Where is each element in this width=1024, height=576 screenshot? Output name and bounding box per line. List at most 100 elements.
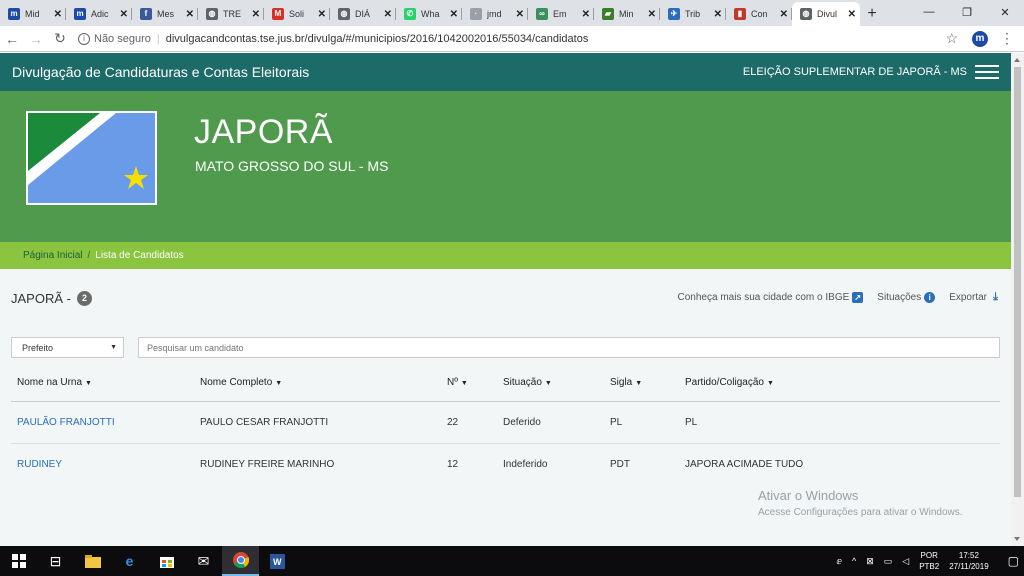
chrome-icon[interactable] <box>222 546 259 576</box>
browser-tab[interactable]: · jmd ✕ <box>462 2 528 26</box>
cargo-select-value: Prefeito <box>22 342 54 353</box>
browser-tab[interactable]: ◍ DIÁ ✕ <box>330 2 396 26</box>
state-flag <box>26 111 157 205</box>
sort-caret-icon: ▼ <box>635 380 643 388</box>
edge-icon[interactable]: e <box>111 546 148 576</box>
site-brand[interactable]: Divulgação de Candidaturas e Contas Elei… <box>12 64 309 80</box>
col-header-sigla[interactable]: Sigla ▼ <box>604 365 679 402</box>
browser-tab[interactable]: M Soli ✕ <box>264 2 330 26</box>
cargo-select[interactable]: Prefeito ▼ <box>11 337 124 358</box>
situacoes-link[interactable]: Situações i <box>877 292 936 303</box>
table-row[interactable]: PAULÃO FRANJOTTI PAULO CESAR FRANJOTTI 2… <box>11 401 1000 444</box>
browser-tab-label: Wha <box>421 9 440 19</box>
restore-icon[interactable]: ❐ <box>948 0 986 24</box>
back-button[interactable]: ← <box>0 31 24 47</box>
browser-tab-strip: m Mid ✕ m Adic ✕ f Mes ✕ ◍ TRE ✕ M Soli ✕ ◍ DIÁ ✕ ✆ Wha ✕ · jm… <box>0 0 1024 26</box>
info-icon[interactable]: i <box>78 32 90 45</box>
close-tab-icon[interactable]: ✕ <box>54 9 62 20</box>
breadcrumb-separator: / <box>87 250 91 261</box>
breadcrumb-home[interactable]: Página Inicial <box>23 250 82 261</box>
new-tab-button[interactable]: + <box>860 2 884 26</box>
close-tab-icon[interactable]: ✕ <box>186 9 194 20</box>
clock-time: 17:52 <box>958 551 979 560</box>
word-icon[interactable]: W <box>259 546 296 576</box>
clock-date: 27/11/2019 <box>949 562 989 571</box>
close-tab-icon[interactable]: ✕ <box>318 9 326 20</box>
forward-button[interactable]: → <box>24 31 48 47</box>
scroll-down-arrow-icon[interactable] <box>1014 537 1020 541</box>
close-tab-icon[interactable]: ✕ <box>384 9 392 20</box>
close-tab-icon[interactable]: ✕ <box>252 9 260 20</box>
notifications-icon[interactable]: ▢ <box>1008 554 1019 568</box>
city-hero: JAPORÃ MATO GROSSO DO SUL - MS <box>0 91 1011 242</box>
page-scrollbar[interactable] <box>1011 53 1024 546</box>
ibge-link-label: Conheça mais sua cidade com o IBGE <box>677 292 850 303</box>
windows-taskbar: ⊟ e ✉ W ⅇ ^ ⊠ ▭ ◁ POR PTB2 17:52 27/11/2… <box>0 546 1024 576</box>
col-header-situacao[interactable]: Situação ▼ <box>497 365 604 402</box>
browser-tab[interactable]: ▰ Min ✕ <box>594 2 660 26</box>
task-view-icon[interactable]: ⊟ <box>37 546 74 576</box>
tray-chevron-up-icon[interactable]: ^ <box>852 556 856 566</box>
browser-tab-label: jmd <box>487 9 502 19</box>
browser-tab[interactable]: m Adic ✕ <box>66 2 132 26</box>
table-row[interactable]: RUDINEY RUDINEY FREIRE MARINHO 12 Indefe… <box>11 443 1000 485</box>
minimize-icon[interactable]: — <box>910 0 948 24</box>
search-input[interactable] <box>138 337 1000 358</box>
browser-tab[interactable]: f Mes ✕ <box>132 2 198 26</box>
people-icon[interactable]: ⅇ <box>836 556 842 567</box>
browser-tab-active[interactable]: ◍ Divul ✕ <box>792 2 860 26</box>
exportar-link[interactable]: Exportar ⤓ <box>949 292 1001 304</box>
external-link-icon: ↗ <box>852 292 864 303</box>
close-tab-icon[interactable]: ✕ <box>582 9 590 20</box>
bookmark-star-icon[interactable]: ☆ <box>945 30 958 47</box>
col-header-nome-urna[interactable]: Nome na Urna ▼ <box>11 365 194 402</box>
browser-tab-label: Soli <box>289 9 305 19</box>
col-header-nome-completo[interactable]: Nome Completo ▼ <box>194 365 441 402</box>
volume-icon[interactable]: ◁ <box>902 556 909 567</box>
ibge-link[interactable]: Conheça mais sua cidade com o IBGE ↗ <box>678 292 864 303</box>
scroll-up-arrow-icon[interactable] <box>1014 58 1020 62</box>
m-icon: m <box>8 8 20 20</box>
browser-tab[interactable]: ✆ Wha ✕ <box>396 2 462 26</box>
url-field[interactable]: i Não seguro | divulgacandcontas.tse.jus… <box>78 29 937 49</box>
count-badge: 2 <box>76 291 92 306</box>
language-indicator[interactable]: POR PTB2 <box>919 550 939 572</box>
cell-sigla: PL <box>604 401 679 444</box>
browser-menu-icon[interactable]: ⋮ <box>1000 30 1014 47</box>
browser-tab[interactable]: m Mid ✕ <box>0 2 66 26</box>
dot-icon: · <box>470 8 482 20</box>
candidates-table: Nome na Urna ▼ Nome Completo ▼ Nº ▼ Situaçã… <box>11 365 1000 485</box>
close-tab-icon[interactable]: ✕ <box>780 9 788 20</box>
close-tab-icon[interactable]: ✕ <box>450 9 458 20</box>
extension-m-icon[interactable]: m <box>972 30 988 47</box>
store-icon[interactable] <box>148 546 185 576</box>
globe-icon: ◍ <box>338 8 350 20</box>
close-tab-icon[interactable]: ✕ <box>648 9 656 20</box>
cell-nome-urna[interactable]: PAULÃO FRANJOTTI <box>11 401 194 444</box>
flag-icon: ▰ <box>602 8 614 20</box>
windows-start-icon[interactable] <box>0 546 37 576</box>
mail-icon[interactable]: ✉ <box>185 546 222 576</box>
antivirus-icon[interactable]: ⊠ <box>866 556 874 567</box>
close-tab-icon[interactable]: ✕ <box>848 9 856 20</box>
network-icon[interactable]: ▭ <box>884 556 893 567</box>
browser-tab[interactable]: ◍ TRE ✕ <box>198 2 264 26</box>
reload-button[interactable]: ↻ <box>48 30 72 47</box>
gmail-icon: M <box>272 8 284 20</box>
browser-tab[interactable]: ▮ Con ✕ <box>726 2 792 26</box>
browser-tab[interactable]: ∞ Em ✕ <box>528 2 594 26</box>
close-tab-icon[interactable]: ✕ <box>120 9 128 20</box>
col-header-numero[interactable]: Nº ▼ <box>441 365 497 402</box>
clock[interactable]: 17:52 27/11/2019 <box>949 550 988 572</box>
close-tab-icon[interactable]: ✕ <box>516 9 524 20</box>
url-text: divulgacandcontas.tse.jus.br/divulga/#/m… <box>165 32 589 45</box>
close-tab-icon[interactable]: ✕ <box>714 9 722 20</box>
hamburger-menu-icon[interactable] <box>975 65 999 79</box>
file-explorer-icon[interactable] <box>74 546 111 576</box>
scrollbar-thumb[interactable] <box>1014 67 1021 497</box>
watermark-title: Ativar o Windows <box>758 488 859 503</box>
col-header-partido[interactable]: Partido/Coligação ▼ <box>679 365 1000 402</box>
browser-tab[interactable]: ✈ Trib ✕ <box>660 2 726 26</box>
close-window-icon[interactable]: ✕ <box>986 0 1024 24</box>
cell-nome-urna[interactable]: RUDINEY <box>11 443 194 485</box>
